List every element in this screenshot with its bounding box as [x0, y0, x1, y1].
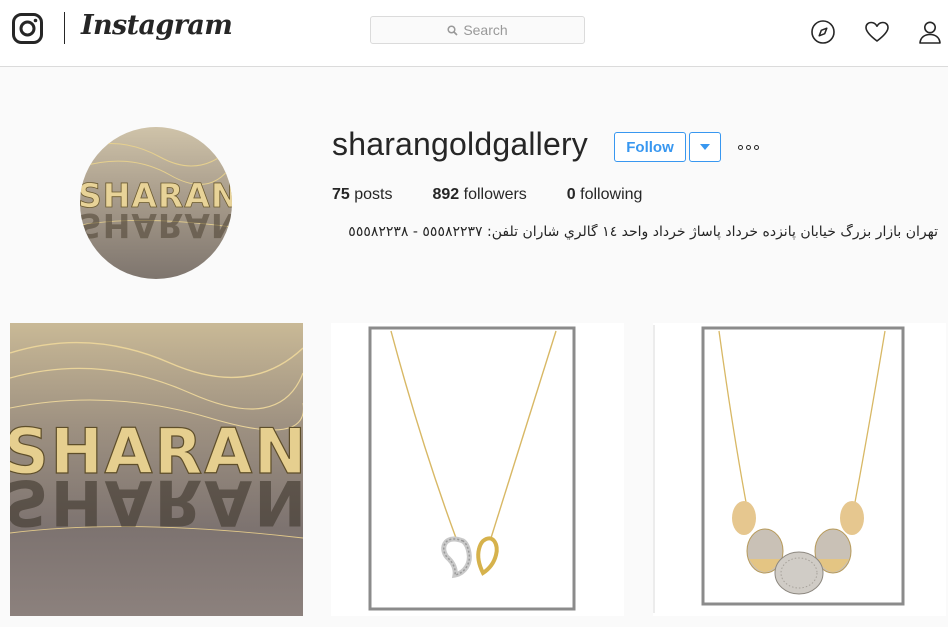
following-count-value: 0 [566, 186, 576, 203]
post-image-heart-necklace [331, 323, 624, 616]
followers-count[interactable]: 892 followers [433, 186, 527, 204]
search-input[interactable]: Search [370, 16, 585, 44]
avatar-image: SHARAN SHARAN [80, 127, 232, 279]
following-count-label: following [580, 186, 643, 203]
search-placeholder: Search [463, 22, 508, 38]
post-image-stone-necklace [653, 323, 946, 616]
top-navigation-bar: Instagram Search [0, 0, 948, 67]
caret-down-icon [700, 144, 710, 150]
post-sharan-reflection: SHARAN [10, 466, 303, 539]
profile-username: sharangoldgallery [332, 126, 589, 162]
person-icon[interactable] [917, 19, 943, 45]
dot-icon [737, 144, 743, 150]
profile-stats: 75 posts 892 followers 0 following [332, 186, 682, 204]
instagram-camera-icon[interactable] [12, 13, 43, 44]
logo-divider [64, 12, 65, 44]
post-tile[interactable]: SHARAN SHARAN [10, 323, 303, 616]
compass-icon[interactable] [810, 19, 836, 45]
posts-count[interactable]: 75 posts [332, 186, 393, 204]
followers-count-label: followers [463, 186, 527, 203]
dot-icon [753, 144, 759, 150]
posts-count-label: posts [354, 186, 393, 203]
followers-count-value: 892 [432, 186, 460, 203]
post-tile[interactable] [653, 323, 946, 616]
post-tile[interactable] [331, 323, 624, 616]
search-icon [447, 24, 458, 36]
post-image-letters: SHARAN SHARAN [10, 323, 303, 616]
instagram-wordmark[interactable]: Instagram [81, 10, 233, 41]
follow-button[interactable]: Follow [614, 132, 686, 162]
more-options-button[interactable] [734, 138, 762, 156]
suggestions-dropdown-button[interactable] [689, 132, 721, 162]
posts-count-value: 75 [332, 186, 350, 203]
profile-bio: تهران بازار بزرگ خيابان پانزده خرداد پاس… [348, 224, 938, 240]
heart-icon[interactable] [864, 19, 890, 45]
avatar-sharan-reflection: SHARAN [80, 206, 232, 245]
dot-icon [745, 144, 751, 150]
profile-avatar[interactable]: SHARAN SHARAN [80, 127, 232, 279]
following-count[interactable]: 0 following [567, 186, 643, 204]
